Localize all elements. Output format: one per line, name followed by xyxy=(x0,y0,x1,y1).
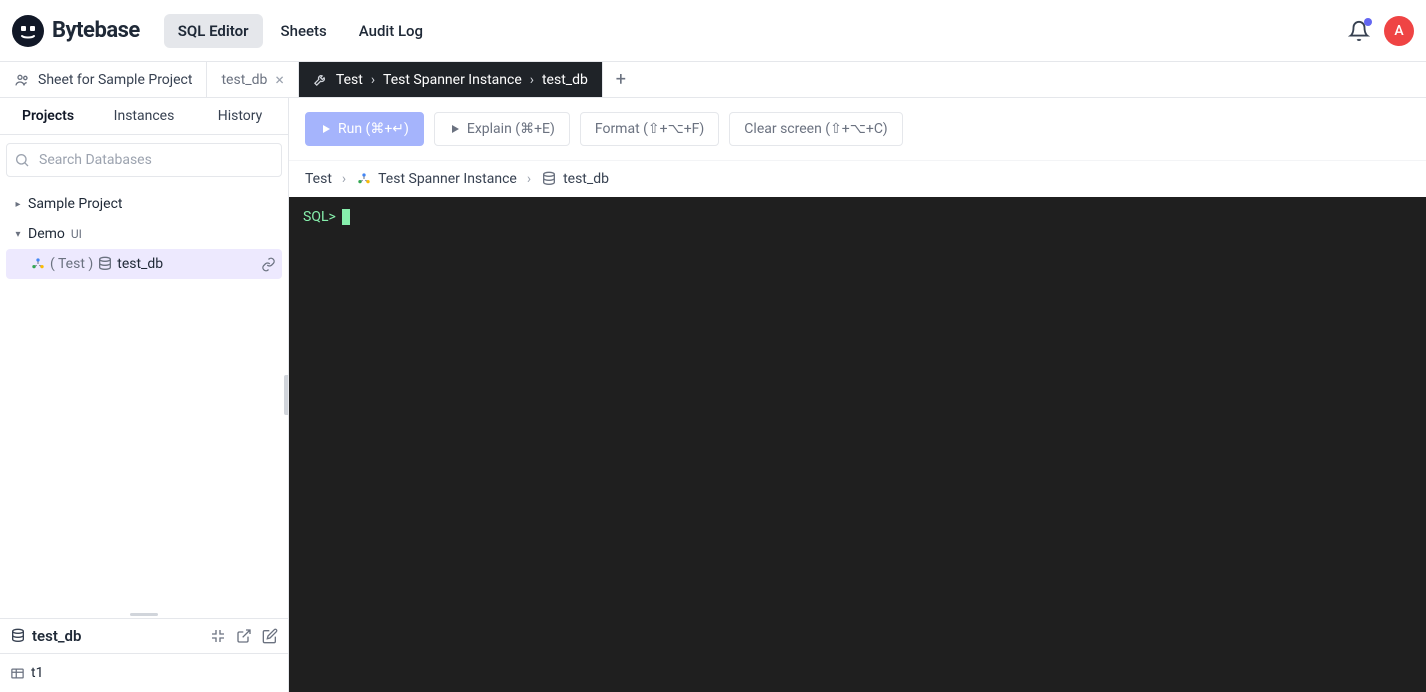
link-icon[interactable] xyxy=(261,257,276,272)
header-right: A xyxy=(1348,16,1414,46)
sidebar-tab-history[interactable]: History xyxy=(192,98,288,134)
sql-terminal[interactable]: SQL> xyxy=(289,197,1426,692)
crumb-env[interactable]: Test xyxy=(305,171,332,187)
tree-tag: UI xyxy=(71,227,82,241)
run-button[interactable]: Run (⌘+↵) xyxy=(305,112,424,146)
tree-label: Sample Project xyxy=(28,196,122,212)
tab-crumb-instance: Test Spanner Instance xyxy=(383,72,522,88)
query-toolbar: Run (⌘+↵) Explain (⌘+E) Format (⇧+⌥+F) C… xyxy=(289,98,1426,161)
tree-db-name: test_db xyxy=(117,256,163,272)
tree-env: ( Test ) xyxy=(50,256,93,272)
nav-audit-log[interactable]: Audit Log xyxy=(345,14,437,48)
editor-tabs: Sheet for Sample Project test_db × Test … xyxy=(0,62,1426,98)
tab-crumb-env: Test xyxy=(336,72,363,88)
sidebar-resize-handle[interactable] xyxy=(284,375,288,415)
header-nav: SQL Editor Sheets Audit Log xyxy=(164,14,437,48)
button-label: Format (⇧+⌥+F) xyxy=(595,121,704,137)
avatar[interactable]: A xyxy=(1384,16,1414,46)
sidebar-tab-projects[interactable]: Projects xyxy=(0,98,96,134)
chevron-right-icon: › xyxy=(527,171,531,187)
search-icon xyxy=(14,152,30,168)
button-label: Clear screen (⇧+⌥+C) xyxy=(744,121,887,137)
schema-pane-header: test_db xyxy=(0,619,288,654)
notification-dot-icon xyxy=(1364,18,1372,26)
chevron-right-icon: › xyxy=(342,171,346,187)
format-button[interactable]: Format (⇧+⌥+F) xyxy=(580,112,719,146)
database-icon xyxy=(10,628,26,644)
search-databases xyxy=(6,143,282,177)
database-icon xyxy=(97,256,113,272)
database-icon xyxy=(541,171,557,187)
spanner-icon xyxy=(356,171,372,187)
tab-sheet-sample[interactable]: Sheet for Sample Project xyxy=(0,62,207,97)
sidebar-tabs: Projects Instances History xyxy=(0,98,288,135)
notifications-button[interactable] xyxy=(1348,20,1370,42)
button-label: Explain (⌘+E) xyxy=(467,121,555,137)
play-icon xyxy=(320,123,332,135)
tree-project-demo[interactable]: ▾ Demo UI xyxy=(6,219,282,249)
chevron-right-icon: ▸ xyxy=(12,199,24,210)
schema-pane: test_db t xyxy=(0,618,288,692)
close-icon[interactable]: × xyxy=(275,70,284,89)
chevron-right-icon: › xyxy=(530,72,534,88)
spanner-icon xyxy=(30,256,46,272)
table-icon xyxy=(10,666,25,681)
add-tab-button[interactable]: + xyxy=(603,62,639,97)
tab-untitled[interactable]: test_db × xyxy=(207,62,298,97)
logo-icon xyxy=(12,15,44,47)
edit-icon[interactable] xyxy=(262,628,278,644)
tab-active-db[interactable]: Test › Test Spanner Instance › test_db xyxy=(299,62,603,97)
search-input[interactable] xyxy=(6,143,282,177)
tree-db-testdb[interactable]: ( Test ) test_db xyxy=(6,249,282,279)
main-area: Projects Instances History ▸ Sample Proj… xyxy=(0,98,1426,692)
tab-label: Sheet for Sample Project xyxy=(38,72,192,88)
panel-resize-handle[interactable] xyxy=(0,610,288,618)
breadcrumb: Test › Test Spanner Instance › test_db xyxy=(289,161,1426,197)
schema-tables: t1 xyxy=(0,654,288,692)
nav-sheets[interactable]: Sheets xyxy=(267,14,341,48)
tab-crumb-db: test_db xyxy=(542,72,588,88)
cursor-icon xyxy=(342,209,350,225)
app-header: Bytebase SQL Editor Sheets Audit Log A xyxy=(0,0,1426,62)
wrench-icon xyxy=(313,72,328,87)
tab-label: test_db xyxy=(221,72,267,88)
shrink-icon[interactable] xyxy=(210,628,226,644)
crumb-db[interactable]: test_db xyxy=(541,171,609,187)
chevron-down-icon: ▾ xyxy=(12,229,24,240)
sidebar-tab-instances[interactable]: Instances xyxy=(96,98,192,134)
editor-content: Run (⌘+↵) Explain (⌘+E) Format (⇧+⌥+F) C… xyxy=(289,98,1426,692)
sidebar: Projects Instances History ▸ Sample Proj… xyxy=(0,98,289,692)
logo-text: Bytebase xyxy=(52,18,140,43)
schema-pane-actions xyxy=(210,628,278,644)
chevron-right-icon: › xyxy=(371,72,375,88)
logo[interactable]: Bytebase xyxy=(12,15,140,47)
users-icon xyxy=(14,72,30,88)
explain-button[interactable]: Explain (⌘+E) xyxy=(434,112,570,146)
button-label: Run (⌘+↵) xyxy=(338,121,409,137)
schema-pane-title: test_db xyxy=(32,627,81,645)
play-icon xyxy=(449,123,461,135)
clear-screen-button[interactable]: Clear screen (⇧+⌥+C) xyxy=(729,112,902,146)
tree-project-sample[interactable]: ▸ Sample Project xyxy=(6,189,282,219)
crumb-instance[interactable]: Test Spanner Instance xyxy=(356,171,517,187)
project-tree: ▸ Sample Project ▾ Demo UI ( Test ) test… xyxy=(0,185,288,610)
tree-label: Demo xyxy=(28,226,65,242)
table-row[interactable]: t1 xyxy=(10,662,278,684)
external-link-icon[interactable] xyxy=(236,628,252,644)
nav-sql-editor[interactable]: SQL Editor xyxy=(164,14,263,48)
terminal-prompt: SQL> xyxy=(303,209,336,225)
table-name: t1 xyxy=(31,665,43,681)
